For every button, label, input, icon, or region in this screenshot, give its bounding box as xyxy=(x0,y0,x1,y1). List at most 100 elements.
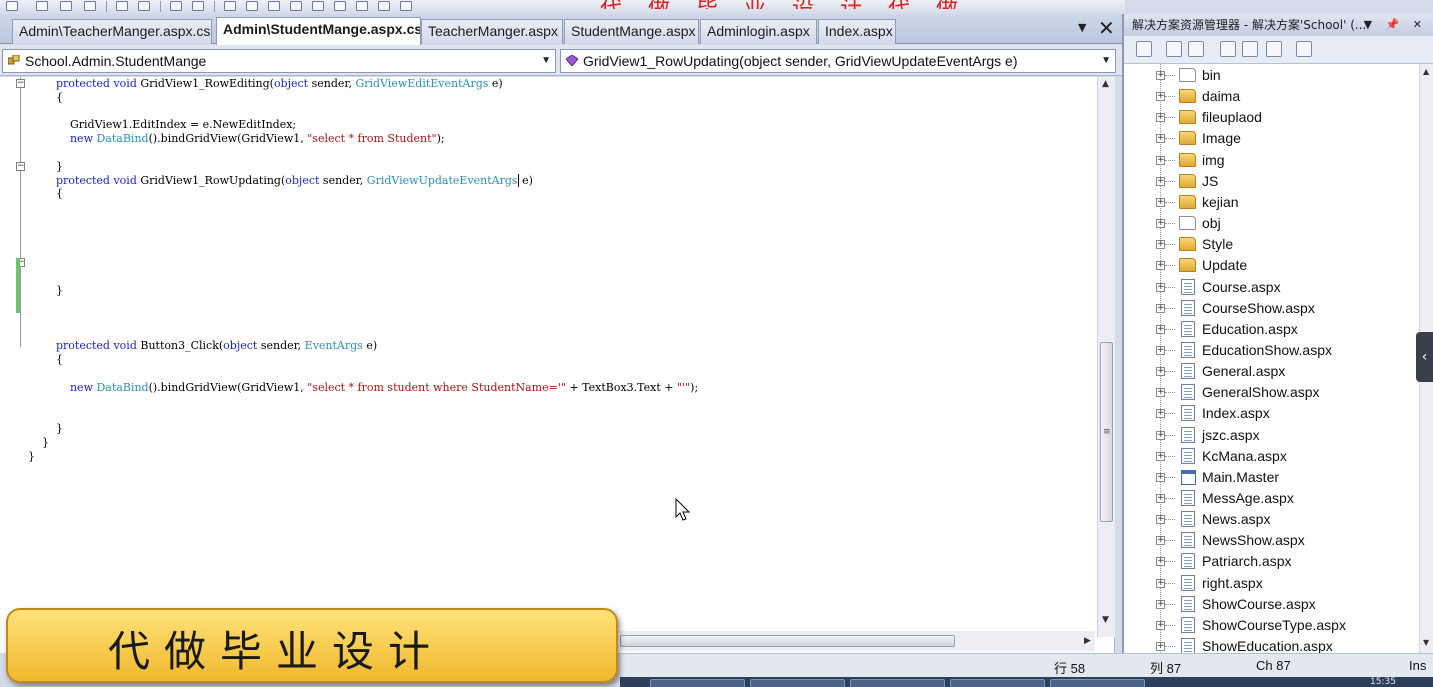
expand-icon[interactable]: + xyxy=(1156,451,1165,461)
toolbar-icon[interactable] xyxy=(138,1,150,11)
tree-item[interactable]: + Image xyxy=(1124,128,1419,149)
expand-icon[interactable]: + xyxy=(1156,240,1165,250)
tree-item[interactable]: + Patriarch.aspx xyxy=(1124,551,1419,572)
tree-item[interactable]: + CourseShow.aspx xyxy=(1124,298,1419,319)
scroll-thumb[interactable] xyxy=(620,635,955,647)
toolbar-icon[interactable] xyxy=(6,1,18,11)
tab-index-aspx[interactable]: Index.aspx xyxy=(818,19,896,44)
tree-item[interactable]: + jszc.aspx xyxy=(1124,425,1419,446)
toolbar-icon[interactable] xyxy=(356,1,368,11)
expand-icon[interactable]: + xyxy=(1156,578,1165,588)
taskbar-button[interactable] xyxy=(950,679,1045,687)
scroll-up-icon[interactable]: ▲ xyxy=(1423,67,1429,76)
toolbar-icon[interactable] xyxy=(378,1,390,11)
taskbar-button[interactable] xyxy=(1050,679,1145,687)
taskbar-button[interactable] xyxy=(650,679,745,687)
tree-item[interactable]: + obj xyxy=(1124,213,1419,234)
editor-vertical-scrollbar[interactable]: ▲ ≡ ▼ xyxy=(1097,77,1115,637)
scroll-down-icon[interactable]: ▼ xyxy=(1423,638,1429,647)
toolbar-icon[interactable] xyxy=(246,1,258,11)
tree-item[interactable]: + ShowEducation.aspx xyxy=(1124,636,1419,653)
toolbar-icon[interactable] xyxy=(84,1,96,11)
expand-icon[interactable]: + xyxy=(1156,324,1165,334)
tree-item[interactable]: + Update xyxy=(1124,255,1419,276)
tree-item[interactable]: + img xyxy=(1124,150,1419,171)
tree-item[interactable]: + NewsShow.aspx xyxy=(1124,530,1419,551)
class-combo[interactable]: School.Admin.StudentMange ▼ xyxy=(2,49,556,73)
scroll-thumb[interactable]: ≡ xyxy=(1100,342,1113,522)
toolbar-icon[interactable] xyxy=(60,1,72,11)
fold-toggle[interactable]: − xyxy=(16,79,25,88)
editor-horizontal-scrollbar[interactable]: ▶ xyxy=(620,631,1095,651)
expand-icon[interactable]: + xyxy=(1156,219,1165,229)
tree-item[interactable]: + Education.aspx xyxy=(1124,319,1419,340)
toolbar-icon[interactable] xyxy=(290,1,302,11)
expand-icon[interactable]: + xyxy=(1156,261,1165,271)
expand-icon[interactable]: + xyxy=(1156,113,1165,123)
tab-teachermanger-aspx[interactable]: TeacherManger.aspx xyxy=(421,19,563,44)
fold-toggle[interactable]: − xyxy=(16,162,25,171)
tree-item[interactable]: + News.aspx xyxy=(1124,509,1419,530)
expand-icon[interactable]: + xyxy=(1156,388,1165,398)
expand-icon[interactable]: + xyxy=(1156,155,1165,165)
toolbar-icon[interactable] xyxy=(192,1,204,11)
close-icon[interactable]: ✕ xyxy=(1098,16,1115,40)
taskbar-button[interactable] xyxy=(850,679,945,687)
expand-icon[interactable]: + xyxy=(1156,642,1165,652)
tree-item[interactable]: + right.aspx xyxy=(1124,573,1419,594)
refresh-icon[interactable] xyxy=(1188,41,1204,57)
expand-icon[interactable]: + xyxy=(1156,345,1165,355)
toolbar-icon[interactable] xyxy=(334,1,346,11)
expand-icon[interactable]: + xyxy=(1156,282,1165,292)
tree-item[interactable]: + EducationShow.aspx xyxy=(1124,340,1419,361)
expand-icon[interactable]: + xyxy=(1156,599,1165,609)
tree-item[interactable]: + MessAge.aspx xyxy=(1124,488,1419,509)
show-all-files-icon[interactable] xyxy=(1166,41,1182,57)
tree-item[interactable]: + KcMana.aspx xyxy=(1124,446,1419,467)
tab-studentmange-cs[interactable]: Admin\StudentMange.aspx.cs xyxy=(216,17,421,45)
tree-item[interactable]: + Course.aspx xyxy=(1124,277,1419,298)
toolbar-icon[interactable] xyxy=(268,1,280,11)
tree-item[interactable]: + General.aspx xyxy=(1124,361,1419,382)
tree-item[interactable]: + GeneralShow.aspx xyxy=(1124,382,1419,403)
tab-dropdown-icon[interactable]: ▼ xyxy=(1078,21,1086,34)
properties-icon[interactable] xyxy=(1136,41,1152,57)
member-combo[interactable]: GridView1_RowUpdating(object sender, Gri… xyxy=(560,49,1116,73)
collapse-panel-icon[interactable]: ‹ xyxy=(1416,332,1433,382)
view-designer-icon[interactable] xyxy=(1242,41,1258,57)
toolbar-icon[interactable] xyxy=(400,1,412,11)
taskbar-button[interactable] xyxy=(750,679,845,687)
tree-item[interactable]: + ShowCourseType.aspx xyxy=(1124,615,1419,636)
expand-icon[interactable]: + xyxy=(1156,494,1165,503)
tree-item[interactable]: + bin xyxy=(1124,65,1419,86)
toolbar-icon[interactable] xyxy=(224,1,236,11)
tree-item[interactable]: + fileuplaod xyxy=(1124,107,1419,128)
expand-icon[interactable]: + xyxy=(1156,536,1165,546)
code-text[interactable]: protected void GridView1_RowEditing(obje… xyxy=(28,77,698,463)
scroll-up-icon[interactable]: ▲ xyxy=(1102,79,1109,89)
expand-icon[interactable]: + xyxy=(1156,409,1165,419)
code-editor[interactable]: − − − protected void GridView1_RowEditin… xyxy=(0,77,1115,653)
view-class-diagram-icon[interactable] xyxy=(1266,41,1282,57)
expand-icon[interactable]: + xyxy=(1156,472,1165,482)
toolbar-icon[interactable] xyxy=(170,1,182,11)
expand-icon[interactable]: + xyxy=(1156,92,1165,102)
tree-item[interactable]: + Index.aspx xyxy=(1124,403,1419,424)
expand-icon[interactable]: + xyxy=(1156,620,1165,630)
tab-teachermanger-cs[interactable]: Admin\TeacherManger.aspx.cs xyxy=(12,19,212,44)
tree-item[interactable]: + kejian xyxy=(1124,192,1419,213)
tree-item[interactable]: + daima xyxy=(1124,86,1419,107)
tree-item[interactable]: + Main.Master xyxy=(1124,467,1419,488)
scroll-right-icon[interactable]: ▶ xyxy=(1084,636,1091,646)
tree-item[interactable]: + Style xyxy=(1124,234,1419,255)
expand-icon[interactable]: + xyxy=(1156,176,1165,186)
expand-icon[interactable]: + xyxy=(1156,430,1165,440)
tab-studentmange-aspx[interactable]: StudentMange.aspx xyxy=(564,19,699,44)
expand-icon[interactable]: + xyxy=(1156,367,1165,377)
view-code-icon[interactable] xyxy=(1220,41,1236,57)
toolbar-icon[interactable] xyxy=(36,1,48,11)
toolbar-icon[interactable] xyxy=(312,1,324,11)
expand-icon[interactable]: + xyxy=(1156,197,1165,207)
expand-icon[interactable]: + xyxy=(1156,557,1165,567)
tree-item[interactable]: + JS xyxy=(1124,171,1419,192)
